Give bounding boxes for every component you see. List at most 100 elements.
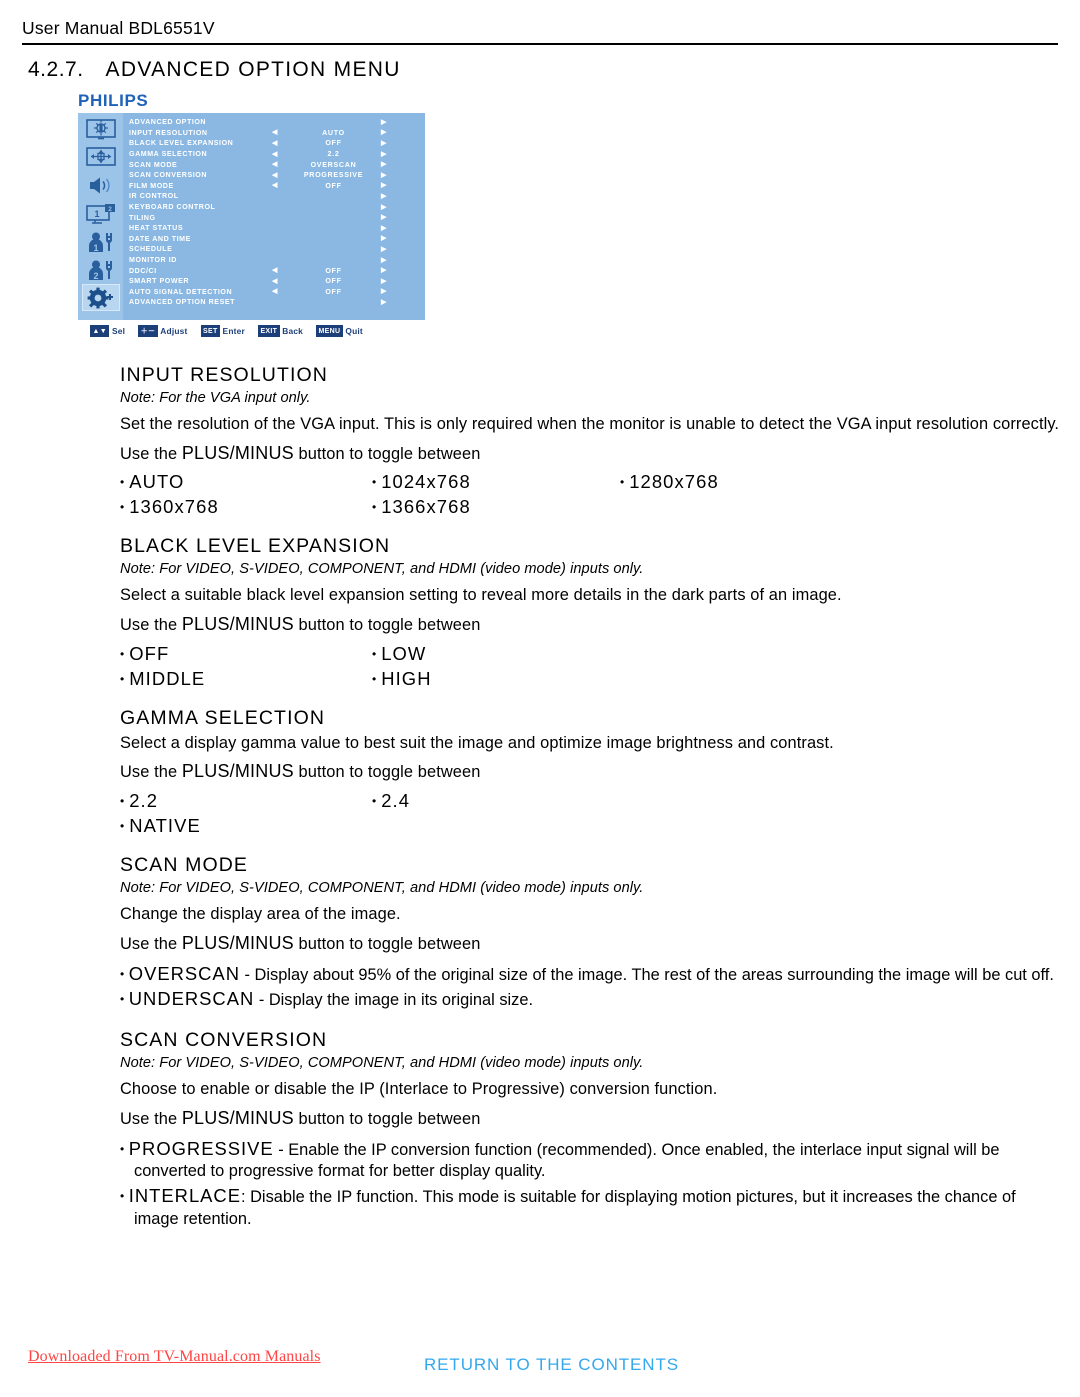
osd-right-arrow-icon[interactable]: ▶ (381, 172, 401, 179)
osd-menu-item[interactable]: AUTO SIGNAL DETECTION ◀ OFF ▶ (129, 287, 425, 298)
option-item-empty (620, 643, 1060, 665)
osd-right-arrow-icon[interactable]: ▶ (381, 235, 401, 242)
osd-right-arrow-icon[interactable]: ▶ (381, 214, 401, 221)
osd-right-arrow-icon[interactable]: ▶ (381, 288, 401, 295)
osd-menu-item[interactable]: ADVANCED OPTION ▶ (129, 117, 425, 128)
osd-menu-list: ADVANCED OPTION ▶ INPUT RESOLUTION ◀ AUT… (123, 113, 425, 320)
option-item: 1360x768 (120, 496, 372, 518)
osd-control-quit[interactable]: MENU Quit (316, 325, 363, 337)
screen-position-icon[interactable] (82, 144, 120, 171)
svg-text:1: 1 (94, 209, 99, 219)
osd-menu-item[interactable]: IR CONTROL ▶ (129, 191, 425, 202)
pip-icon[interactable]: 1 2 (82, 200, 120, 227)
osd-right-arrow-icon[interactable]: ▶ (381, 299, 401, 306)
updown-arrows-icon: ▲▼ (90, 325, 110, 337)
header-divider (22, 43, 1058, 45)
osd-right-arrow-icon[interactable]: ▶ (381, 225, 401, 232)
osd-control-back[interactable]: EXIT Back (257, 325, 303, 337)
osd-control-adjust[interactable]: ＋－ Adjust (138, 325, 187, 337)
bullet-icon: • (120, 1141, 125, 1156)
picture-icon[interactable] (82, 116, 120, 143)
osd-right-arrow-icon[interactable]: ▶ (381, 140, 401, 147)
osd-menu-item[interactable]: GAMMA SELECTION ◀ 2.2 ▶ (129, 149, 425, 160)
osd-control-enter[interactable]: SET Enter (200, 325, 245, 337)
osd-right-arrow-icon[interactable]: ▶ (381, 204, 401, 211)
osd-right-arrow-icon[interactable]: ▶ (381, 278, 401, 285)
osd-right-arrow-icon[interactable]: ▶ (381, 267, 401, 274)
option-item-empty (620, 668, 1060, 690)
osd-menu-item[interactable]: ADVANCED OPTION RESET ▶ (129, 297, 425, 308)
osd-menu-item[interactable]: DATE AND TIME ▶ (129, 234, 425, 245)
bullet-keyword: PROGRESSIVE (128, 1137, 274, 1159)
toggle-instruction: Use the PLUS/MINUS button to toggle betw… (120, 760, 1060, 784)
osd-left-arrow-icon[interactable]: ◀ (272, 151, 286, 158)
option-item: MIDDLE (120, 668, 372, 690)
menu-key-icon: MENU (316, 325, 343, 337)
section-body: Select a suitable black level expansion … (120, 586, 842, 605)
osd-right-arrow-icon[interactable]: ▶ (381, 151, 401, 158)
option-list-gamma-selection: 2.2 2.4 NATIVE (120, 790, 1060, 837)
toggle-suffix: button to toggle between (293, 444, 481, 463)
osd-control-label: Adjust (160, 326, 188, 336)
osd-menu-item[interactable]: SMART POWER ◀ OFF ▶ (129, 276, 425, 287)
option-item: LOW (372, 643, 620, 665)
configuration2-icon[interactable]: 2 (82, 256, 120, 283)
osd-left-arrow-icon[interactable]: ◀ (272, 140, 286, 147)
option-item: NATIVE (120, 815, 372, 837)
osd-item-label: GAMMA SELECTION (129, 150, 208, 159)
osd-right-arrow-icon[interactable]: ▶ (381, 182, 401, 189)
osd-left-arrow-icon[interactable]: ◀ (272, 267, 286, 274)
advanced-option-icon[interactable] (81, 284, 120, 311)
osd-item-value: OVERSCAN (310, 160, 357, 169)
option-item-empty (620, 815, 1060, 837)
manual-title: User Manual BDL6551V (22, 18, 215, 38)
osd-menu-item[interactable]: SCAN MODE ◀ OVERSCAN ▶ (129, 159, 425, 170)
osd-item-label: IR CONTROL (129, 192, 179, 201)
option-item-empty (372, 815, 620, 837)
osd-item-value: PROGRESSIVE (303, 171, 364, 180)
toggle-instruction: Use the PLUS/MINUS button to toggle betw… (120, 932, 1060, 956)
osd-menu-item[interactable]: SCHEDULE ▶ (129, 244, 425, 255)
osd-menu-item[interactable]: KEYBOARD CONTROL ▶ (129, 202, 425, 213)
osd-right-arrow-icon[interactable]: ▶ (381, 257, 401, 264)
osd-menu-item[interactable]: DDC/CI ◀ OFF ▶ (129, 265, 425, 276)
section-body: Change the display area of the image. (120, 905, 401, 924)
audio-icon[interactable] (82, 172, 120, 199)
osd-item-label: MONITOR ID (129, 256, 177, 265)
osd-menu-item[interactable]: MONITOR ID ▶ (129, 255, 425, 266)
return-to-contents-link[interactable]: RETURN TO THE CONTENTS (424, 1355, 679, 1375)
plus-minus-keyword: PLUS/MINUS (181, 761, 294, 782)
osd-menu-item[interactable]: BLACK LEVEL EXPANSION ◀ OFF ▶ (129, 138, 425, 149)
plus-minus-keyword: PLUS/MINUS (181, 932, 294, 953)
toggle-suffix: button to toggle between (293, 934, 481, 953)
osd-left-arrow-icon[interactable]: ◀ (272, 278, 286, 285)
osd-right-arrow-icon[interactable]: ▶ (381, 161, 401, 168)
osd-control-bar: ▲▼ Sel ＋－ Adjust SET Enter EXIT Back MEN… (78, 320, 425, 342)
osd-left-arrow-icon[interactable]: ◀ (272, 172, 286, 179)
configuration1-icon[interactable]: 1 (82, 228, 120, 255)
osd-control-label: Quit (345, 326, 363, 336)
osd-menu-item[interactable]: INPUT RESOLUTION ◀ AUTO ▶ (129, 128, 425, 139)
option-list-black-level-expansion: OFF LOW MIDDLE HIGH (120, 643, 1060, 690)
osd-menu-item[interactable]: TILING ▶ (129, 212, 425, 223)
downloaded-from-watermark[interactable]: Downloaded From TV-Manual.com Manuals (28, 1348, 321, 1366)
osd-menu-item[interactable]: FILM MODE ◀ OFF ▶ (129, 181, 425, 192)
section-heading-scan-conversion: SCAN CONVERSION (120, 1029, 328, 1052)
osd-right-arrow-icon[interactable]: ▶ (381, 193, 401, 200)
osd-left-arrow-icon[interactable]: ◀ (272, 288, 286, 295)
description-bullet: • INTERLACE: Disable the IP function. Th… (120, 1184, 1060, 1231)
osd-right-arrow-icon[interactable]: ▶ (381, 119, 401, 126)
osd-control-select[interactable]: ▲▼ Sel (90, 325, 125, 337)
osd-item-value: OFF (325, 287, 342, 296)
section-note: Note: For VIDEO, S-VIDEO, COMPONENT, and… (120, 880, 644, 897)
osd-left-arrow-icon[interactable]: ◀ (272, 182, 286, 189)
osd-left-arrow-icon[interactable]: ◀ (272, 129, 286, 136)
osd-right-arrow-icon[interactable]: ▶ (381, 129, 401, 136)
osd-item-label: SCHEDULE (129, 245, 173, 254)
plus-minus-keyword: PLUS/MINUS (181, 442, 294, 463)
osd-left-arrow-icon[interactable]: ◀ (272, 161, 286, 168)
bullet-keyword: OVERSCAN (128, 962, 240, 984)
osd-menu-item[interactable]: HEAT STATUS ▶ (129, 223, 425, 234)
osd-menu-item[interactable]: SCAN CONVERSION ◀ PROGRESSIVE ▶ (129, 170, 425, 181)
osd-right-arrow-icon[interactable]: ▶ (381, 246, 401, 253)
